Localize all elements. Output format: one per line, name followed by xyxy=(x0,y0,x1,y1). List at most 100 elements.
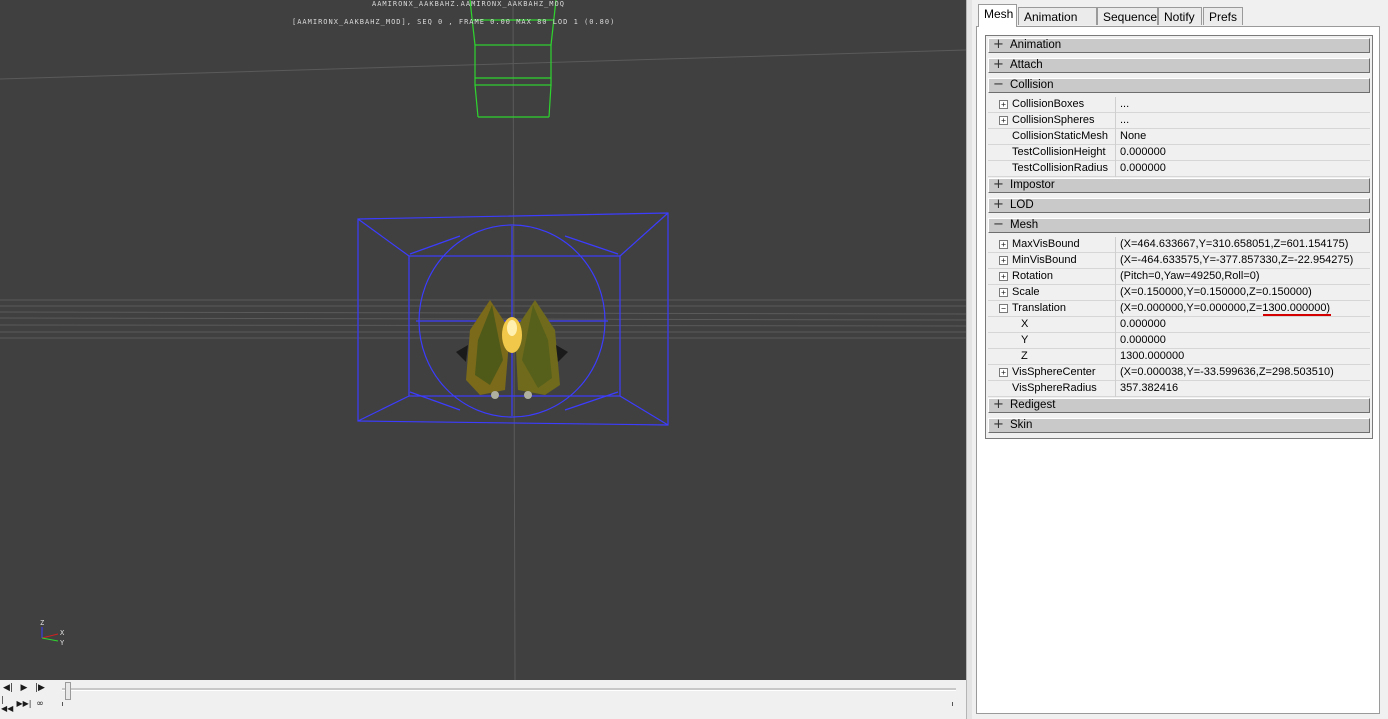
property-value[interactable]: 0.000000 xyxy=(1120,145,1166,160)
column-divider xyxy=(1115,269,1116,285)
collapse-icon[interactable]: − xyxy=(999,304,1008,313)
first-frame-icon[interactable]: |◀◀ xyxy=(1,695,15,713)
category-label: Redigest xyxy=(1010,399,1056,411)
property-row-vissphereCenter[interactable]: + VisSphereCenter (X=0.000038,Y=-33.5996… xyxy=(988,365,1370,381)
property-row-translation[interactable]: − Translation (X=0.000000,Y=0.000000,Z=1… xyxy=(988,301,1370,317)
property-row-translation-y[interactable]: Y 0.000000 xyxy=(988,333,1370,349)
expand-icon[interactable]: + xyxy=(993,398,1004,411)
property-row-testcollisionheight[interactable]: TestCollisionHeight 0.000000 xyxy=(988,145,1370,161)
property-row-scale[interactable]: + Scale (X=0.150000,Y=0.150000,Z=0.15000… xyxy=(988,285,1370,301)
collapse-icon[interactable]: − xyxy=(993,218,1004,231)
expand-icon[interactable]: + xyxy=(999,240,1008,249)
property-value[interactable]: (Pitch=0,Yaw=49250,Roll=0) xyxy=(1120,269,1260,284)
property-name: MaxVisBound xyxy=(1012,238,1080,250)
property-row-translation-z[interactable]: Z 1300.000000 xyxy=(988,349,1370,365)
hud-mesh-name: AAMIRONX_AAKBAHZ.AAMIRONX_AAKBAHZ_MOQ xyxy=(372,0,565,8)
property-value[interactable]: 0.000000 xyxy=(1120,333,1166,348)
category-impostor[interactable]: + Impostor xyxy=(988,178,1370,193)
column-divider xyxy=(1115,129,1116,145)
category-animation[interactable]: + Animation xyxy=(988,38,1370,53)
property-row-rotation[interactable]: + Rotation (Pitch=0,Yaw=49250,Roll=0) xyxy=(988,269,1370,285)
tab-mesh[interactable]: Mesh xyxy=(978,4,1017,27)
property-value[interactable]: (X=0.000038,Y=-33.599636,Z=298.503510) xyxy=(1120,365,1334,380)
property-name: VisSphereRadius xyxy=(1012,382,1097,394)
property-name: X xyxy=(1021,318,1029,330)
property-name: Rotation xyxy=(1012,270,1053,282)
loop-icon[interactable]: ∞ xyxy=(33,697,47,710)
property-name: TestCollisionRadius xyxy=(1012,162,1108,174)
property-value[interactable]: ... xyxy=(1120,113,1129,128)
axis-x-label: X xyxy=(60,629,66,637)
property-row-collisionstaticmesh[interactable]: CollisionStaticMesh None xyxy=(988,129,1370,145)
expand-icon[interactable]: + xyxy=(993,58,1004,71)
property-row-testcollisionradius[interactable]: TestCollisionRadius 0.000000 xyxy=(988,161,1370,177)
expand-icon[interactable]: + xyxy=(999,288,1008,297)
3d-viewport[interactable]: AAMIRONX_AAKBAHZ.AAMIRONX_AAKBAHZ_MOQ [A… xyxy=(0,0,966,680)
collapse-icon[interactable]: − xyxy=(993,78,1004,91)
property-value[interactable]: (X=0.150000,Y=0.150000,Z=0.150000) xyxy=(1120,285,1312,300)
category-skin[interactable]: + Skin xyxy=(988,418,1370,433)
column-divider xyxy=(1115,349,1116,365)
property-name: CollisionStaticMesh xyxy=(1012,130,1108,142)
category-label: Mesh xyxy=(1010,219,1039,231)
timeline-tick-end xyxy=(952,702,953,706)
column-divider xyxy=(1115,381,1116,397)
property-name: Y xyxy=(1021,334,1029,346)
expand-icon[interactable]: + xyxy=(999,256,1008,265)
category-label: LOD xyxy=(1010,199,1034,211)
property-grid: + Animation + Attach − Collision + Colli… xyxy=(985,35,1373,439)
property-value[interactable]: None xyxy=(1120,129,1146,144)
expand-icon[interactable]: + xyxy=(993,38,1004,51)
column-divider xyxy=(1115,317,1116,333)
property-value[interactable]: 1300.000000 xyxy=(1120,349,1184,364)
properties-panel: Mesh Animation Set Sequence Notify Prefs… xyxy=(972,0,1388,719)
category-collision[interactable]: − Collision xyxy=(988,78,1370,93)
axis-z-label: Z xyxy=(40,619,46,627)
step-back-icon[interactable]: ◀| xyxy=(1,681,15,694)
property-row-collisionspheres[interactable]: + CollisionSpheres ... xyxy=(988,113,1370,129)
property-row-collisionboxes[interactable]: + CollisionBoxes ... xyxy=(988,97,1370,113)
expand-icon[interactable]: + xyxy=(993,418,1004,431)
tab-prefs[interactable]: Prefs xyxy=(1203,7,1243,25)
expand-icon[interactable]: + xyxy=(999,368,1008,377)
property-row-vissphereradius[interactable]: VisSphereRadius 357.382416 xyxy=(988,381,1370,397)
tab-sequence[interactable]: Sequence xyxy=(1097,7,1158,25)
property-value[interactable]: 357.382416 xyxy=(1120,381,1178,396)
property-name: Scale xyxy=(1012,286,1040,298)
highlight-underline xyxy=(1263,314,1331,316)
play-icon[interactable]: ▶ xyxy=(17,681,31,694)
expand-icon[interactable]: + xyxy=(999,272,1008,281)
property-name: TestCollisionHeight xyxy=(1012,146,1106,158)
category-redigest[interactable]: + Redigest xyxy=(988,398,1370,413)
category-label: Animation xyxy=(1010,39,1062,51)
tab-notify[interactable]: Notify xyxy=(1158,7,1202,25)
axis-y-label: Y xyxy=(60,639,66,647)
tab-animation-set[interactable]: Animation Set xyxy=(1018,7,1097,42)
property-value[interactable]: 0.000000 xyxy=(1120,161,1166,176)
property-name: CollisionBoxes xyxy=(1012,98,1085,110)
property-row-minvisbound[interactable]: + MinVisBound (X=-464.633575,Y=-377.8573… xyxy=(988,253,1370,269)
category-attach[interactable]: + Attach xyxy=(988,58,1370,73)
mesh-tab-page: + Animation + Attach − Collision + Colli… xyxy=(976,26,1380,714)
timeline-slider-thumb[interactable] xyxy=(65,682,71,700)
property-row-translation-x[interactable]: X 0.000000 xyxy=(988,317,1370,333)
expand-icon[interactable]: + xyxy=(993,198,1004,211)
axis-gizmo xyxy=(41,627,59,642)
property-row-maxvisbound[interactable]: + MaxVisBound (X=464.633667,Y=310.658051… xyxy=(988,237,1370,253)
property-value[interactable]: (X=-464.633575,Y=-377.857330,Z=-22.95427… xyxy=(1120,253,1353,268)
step-forward-icon[interactable]: |▶ xyxy=(33,681,47,694)
property-value[interactable]: ... xyxy=(1120,97,1129,112)
expand-icon[interactable]: + xyxy=(999,100,1008,109)
last-frame-icon[interactable]: ▶▶| xyxy=(17,697,32,710)
timeline-track[interactable] xyxy=(62,688,956,691)
category-label: Skin xyxy=(1010,419,1033,431)
expand-icon[interactable]: + xyxy=(999,116,1008,125)
property-value[interactable]: 0.000000 xyxy=(1120,317,1166,332)
timeline-tick-start xyxy=(62,702,63,706)
property-name: Z xyxy=(1021,350,1028,362)
category-lod[interactable]: + LOD xyxy=(988,198,1370,213)
property-value[interactable]: (X=464.633667,Y=310.658051,Z=601.154175) xyxy=(1120,237,1348,252)
category-mesh[interactable]: − Mesh xyxy=(988,218,1370,233)
property-name: Translation xyxy=(1012,302,1067,314)
expand-icon[interactable]: + xyxy=(993,178,1004,191)
